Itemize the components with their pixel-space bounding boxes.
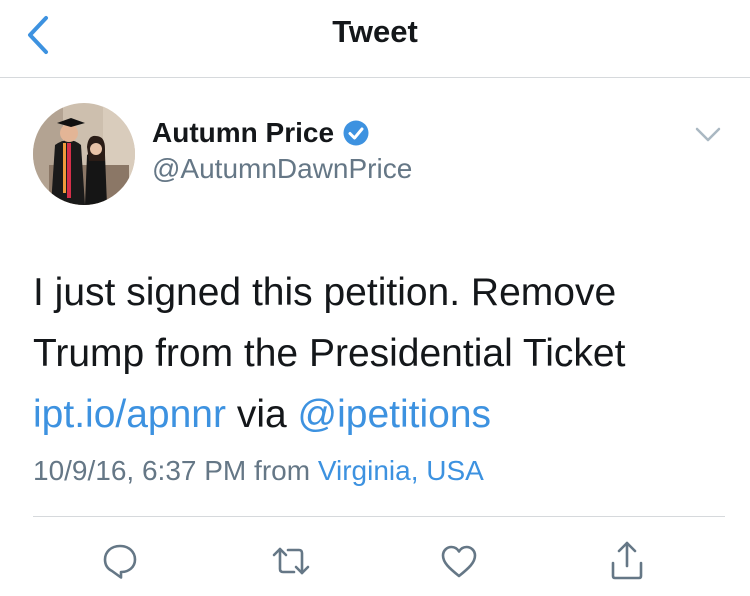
tweet-link[interactable]: ipt.io/apnnr (33, 393, 226, 436)
timestamp: 10/9/16, 6:37 PM (33, 455, 247, 486)
share-icon (611, 541, 643, 580)
tweet-text: I just signed this petition. Remove Trum… (33, 262, 723, 445)
like-icon (441, 545, 477, 578)
via-text: via (236, 393, 287, 436)
avatar[interactable] (33, 103, 135, 205)
location-link[interactable]: Virginia, USA (318, 455, 484, 486)
chevron-down-icon[interactable] (694, 126, 722, 144)
reply-icon (103, 544, 137, 579)
display-name[interactable]: Autumn Price (152, 117, 334, 149)
tweet-link-line: ipt.io/apnnr via @ipetitions (33, 384, 723, 445)
page-title: Tweet (332, 14, 418, 49)
profile-photo (33, 103, 135, 205)
share-button[interactable] (605, 539, 649, 583)
user-name-row[interactable]: Autumn Price (152, 117, 370, 149)
tweet-text-line: I just signed this petition. Remove (33, 271, 617, 314)
user-handle[interactable]: @AutumnDawnPrice (152, 153, 412, 185)
tweet-meta: 10/9/16, 6:37 PM from Virginia, USA (33, 455, 484, 487)
retweet-icon (272, 547, 310, 575)
from-label: from (254, 455, 311, 486)
like-button[interactable] (437, 539, 481, 583)
reply-button[interactable] (98, 539, 142, 583)
navigation-bar: Tweet (0, 0, 750, 78)
verified-badge-icon (343, 120, 369, 146)
retweet-button[interactable] (269, 539, 313, 583)
mention-link[interactable]: @ipetitions (298, 393, 492, 436)
divider (33, 516, 725, 517)
tweet-text-line: Trump from the Presidential Ticket (33, 332, 626, 375)
